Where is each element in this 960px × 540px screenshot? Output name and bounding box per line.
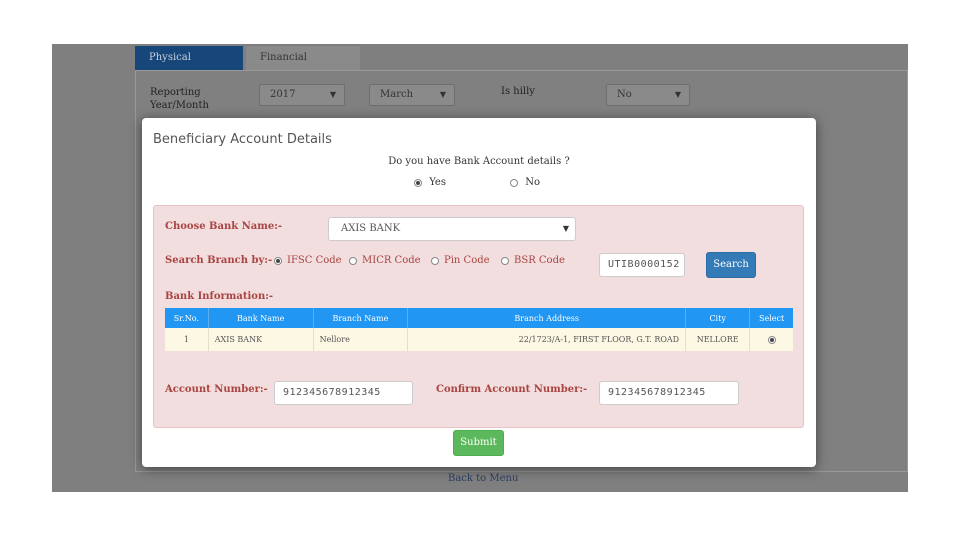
- row-select-radio-icon[interactable]: [767, 336, 776, 344]
- radio-option-bsr[interactable]: BSR Code: [501, 255, 565, 266]
- reporting-year-month-label: Reporting Year/Month: [150, 87, 209, 111]
- cell-city: NELLORE: [685, 328, 751, 351]
- search-branch-label: Search Branch by:-: [165, 255, 273, 266]
- month-select-value: March: [380, 89, 414, 100]
- bank-information-label: Bank Information:-: [165, 291, 274, 302]
- cell-srno: 1: [165, 328, 209, 351]
- cell-bank-name: AXIS BANK: [208, 328, 314, 351]
- year-select-value: 2017: [270, 89, 296, 100]
- year-select[interactable]: 2017 ▼: [259, 84, 345, 106]
- month-select[interactable]: March ▼: [369, 84, 455, 106]
- chevron-down-icon: ▼: [439, 90, 446, 99]
- radio-option-yes[interactable]: Yes: [414, 177, 446, 188]
- choose-bank-label: Choose Bank Name:-: [165, 221, 283, 232]
- radio-unchecked-icon[interactable]: [431, 256, 439, 265]
- branch-search-input[interactable]: UTIB0000152: [599, 253, 685, 277]
- col-header-srno: Sr.No.: [165, 308, 209, 328]
- cell-branch-name: Nellore: [313, 328, 409, 351]
- cell-select[interactable]: [749, 328, 793, 351]
- radio-label-bsr: BSR Code: [514, 255, 565, 266]
- radio-option-micr[interactable]: MICR Code: [349, 255, 421, 266]
- submit-button[interactable]: Submit: [453, 430, 504, 456]
- col-header-branch-name: Branch Name: [313, 308, 409, 328]
- radio-unchecked-icon[interactable]: [501, 256, 509, 265]
- radio-label-ifsc: IFSC Code: [287, 255, 342, 266]
- table-header-row: Sr.No. Bank Name Branch Name Branch Addr…: [165, 308, 793, 328]
- is-hilly-select[interactable]: No ▼: [606, 84, 690, 106]
- confirm-account-number-input[interactable]: 912345678912345: [599, 381, 739, 405]
- bank-details-question: Do you have Bank Account details ?: [388, 156, 570, 167]
- radio-checked-icon[interactable]: [274, 256, 282, 265]
- modal-title: Beneficiary Account Details: [153, 132, 332, 147]
- tab-financial-progress[interactable]: Financial Progress: [246, 46, 360, 87]
- cell-branch-address: 22/1723/A-1, FIRST FLOOR, G.T. ROAD: [407, 328, 687, 351]
- bank-info-table: Sr.No. Bank Name Branch Name Branch Addr…: [165, 308, 793, 351]
- radio-label-micr: MICR Code: [362, 255, 421, 266]
- account-number-label: Account Number:-: [165, 384, 268, 395]
- col-header-city: City: [685, 308, 751, 328]
- bank-name-select[interactable]: AXIS BANK ▼: [328, 217, 576, 241]
- col-header-bank-name: Bank Name: [208, 308, 314, 328]
- radio-label-no: No: [525, 177, 540, 188]
- table-row: 1 AXIS BANK Nellore 22/1723/A-1, FIRST F…: [165, 328, 793, 351]
- radio-option-no[interactable]: No: [510, 177, 540, 188]
- chevron-down-icon: ▼: [329, 90, 336, 99]
- radio-option-pin[interactable]: Pin Code: [431, 255, 490, 266]
- radio-label-yes: Yes: [429, 177, 446, 188]
- confirm-account-number-label: Confirm Account Number:-: [436, 384, 588, 395]
- account-number-input[interactable]: 912345678912345: [274, 381, 413, 405]
- radio-label-pin: Pin Code: [444, 255, 490, 266]
- is-hilly-label: Is hilly: [501, 86, 535, 97]
- tab-physical-progress[interactable]: Physical Progress: [135, 46, 243, 87]
- search-button[interactable]: Search: [706, 252, 756, 278]
- is-hilly-select-value: No: [617, 89, 632, 100]
- radio-unchecked-icon[interactable]: [349, 256, 357, 265]
- col-header-select: Select: [749, 308, 793, 328]
- radio-option-ifsc[interactable]: IFSC Code: [274, 255, 342, 266]
- radio-checked-icon[interactable]: [414, 178, 422, 187]
- beneficiary-account-modal: Beneficiary Account Details Do you have …: [142, 118, 816, 467]
- bank-name-value: AXIS BANK: [341, 223, 401, 234]
- radio-unchecked-icon[interactable]: [510, 178, 518, 187]
- col-header-branch-address: Branch Address: [407, 308, 687, 328]
- chevron-down-icon: ▼: [674, 90, 681, 99]
- chevron-down-icon: ▼: [562, 224, 569, 233]
- bank-details-panel: Choose Bank Name:- AXIS BANK ▼ Search Br…: [153, 205, 804, 428]
- back-to-menu-link[interactable]: Back to Menu: [448, 473, 518, 484]
